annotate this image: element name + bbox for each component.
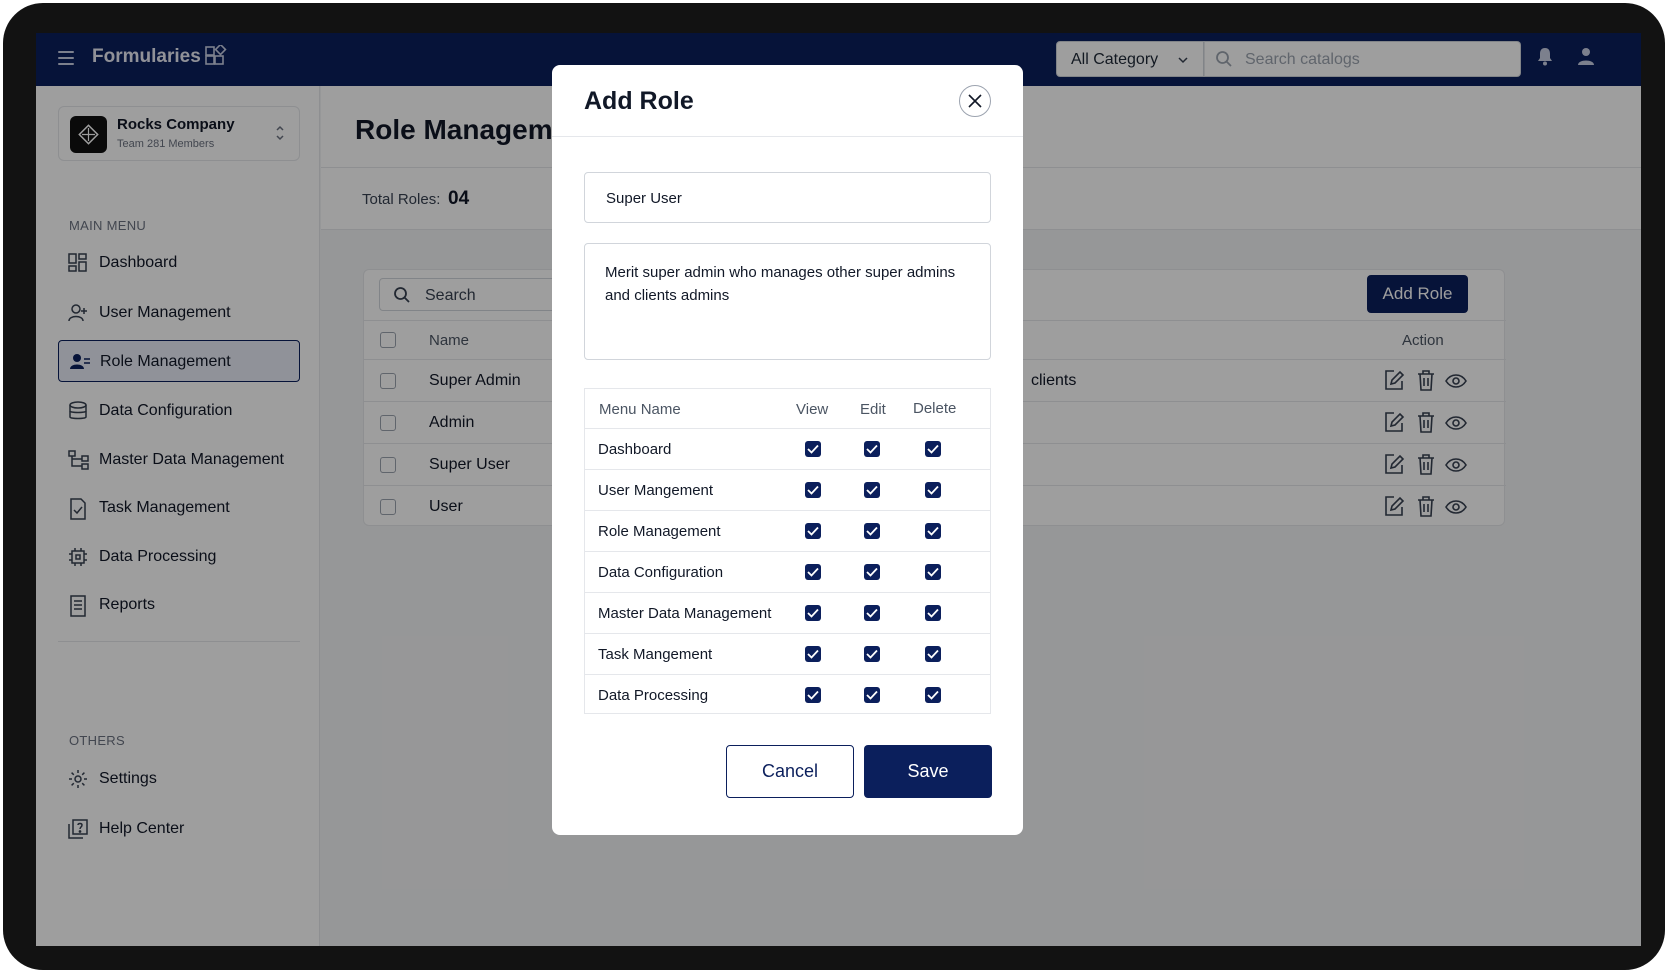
permission-row: Dashboard [585,429,990,470]
delete-checkbox[interactable] [925,482,941,498]
view-checkbox[interactable] [805,605,821,621]
permission-row: Data Processing [585,675,990,716]
permission-row: Role Management [585,511,990,552]
view-checkbox[interactable] [805,687,821,703]
view-checkbox[interactable] [805,646,821,662]
edit-checkbox[interactable] [864,564,880,580]
permission-menu-name: Dashboard [598,441,672,458]
edit-checkbox[interactable] [864,523,880,539]
column-header-menu: Menu Name [599,401,681,418]
role-name-field[interactable]: Super User [584,172,991,223]
edit-checkbox[interactable] [864,605,880,621]
view-checkbox[interactable] [805,564,821,580]
permission-menu-name: Data Configuration [598,564,724,581]
permission-menu-name: Role Management [598,523,721,540]
edit-checkbox[interactable] [864,687,880,703]
edit-checkbox[interactable] [864,441,880,457]
cancel-button[interactable]: Cancel [726,745,854,798]
edit-checkbox[interactable] [864,646,880,662]
dialog-title: Add Role [584,87,694,115]
permission-row: User Mangement [585,470,990,511]
permissions-header: Menu Name View Edit Delete [585,389,990,429]
close-icon [968,94,982,108]
delete-checkbox[interactable] [925,687,941,703]
permissions-table: Menu Name View Edit Delete Dashboard User… [584,388,991,714]
close-button[interactable] [959,85,991,117]
permission-menu-name: Data Processing [598,687,709,704]
view-checkbox[interactable] [805,441,821,457]
permission-row: Master Data Management [585,593,990,634]
permission-row: Data Configuration [585,552,990,593]
permission-menu-name: Master Data Management [598,605,772,622]
column-header-view: View [796,401,829,418]
permission-menu-name: User Mangement [598,482,714,499]
delete-checkbox[interactable] [925,646,941,662]
app-screen: Formularies All Category Search catalogs [36,33,1641,946]
save-button[interactable]: Save [864,745,992,798]
column-header-delete: Delete [913,400,957,417]
delete-checkbox[interactable] [925,523,941,539]
delete-checkbox[interactable] [925,441,941,457]
dialog-divider [552,136,1023,137]
permission-menu-name: Task Mangement [598,646,713,663]
edit-checkbox[interactable] [864,482,880,498]
delete-checkbox[interactable] [925,564,941,580]
add-role-dialog: Add Role Super User Merit super admin wh… [552,65,1023,835]
column-header-edit: Edit [860,401,886,418]
permission-row: Task Mangement [585,634,990,675]
view-checkbox[interactable] [805,523,821,539]
device-frame: Formularies All Category Search catalogs [3,3,1665,970]
view-checkbox[interactable] [805,482,821,498]
role-description-field[interactable]: Merit super admin who manages other supe… [584,243,991,360]
delete-checkbox[interactable] [925,605,941,621]
